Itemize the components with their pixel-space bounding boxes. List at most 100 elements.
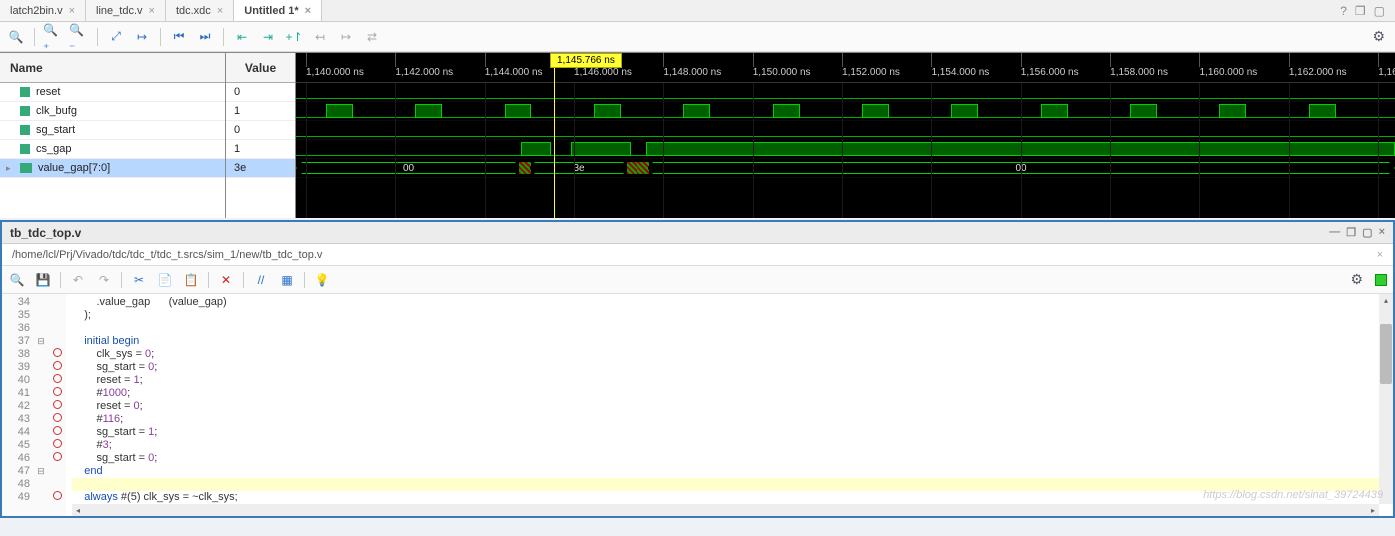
code-area[interactable]: 34353637383940414243444546474849 ⊟ ⊟ .va… bbox=[2, 294, 1393, 516]
zoom-in-icon[interactable]: 🔍₊ bbox=[43, 27, 63, 47]
close-icon[interactable]: × bbox=[149, 5, 155, 17]
signal-name: value_gap[7:0] bbox=[38, 162, 110, 174]
wave-row-csgap bbox=[296, 140, 1395, 159]
bit-icon bbox=[20, 144, 30, 154]
last-icon[interactable]: ⏭ bbox=[195, 27, 215, 47]
code-lines[interactable]: .value_gap (value_gap) ); initial begin … bbox=[66, 294, 1393, 516]
zoom-out-icon[interactable]: 🔍₋ bbox=[69, 27, 89, 47]
file-tab-active[interactable]: Untitled 1*× bbox=[234, 0, 322, 21]
prev-edge-icon[interactable]: ⇤ bbox=[232, 27, 252, 47]
search-icon[interactable]: 🔍 bbox=[6, 27, 26, 47]
add-marker-icon[interactable]: +↾ bbox=[284, 27, 304, 47]
wave-toolbar: 🔍 🔍₊ 🔍₋ ⤢ ↦ ⏮ ⏭ ⇤ ⇥ +↾ ↤ ↦ ⇄ ⚙ bbox=[0, 22, 1395, 52]
file-tab-bar: latch2bin.v × line_tdc.v × tdc.xdc × Untitl… bbox=[0, 0, 1395, 22]
value-header: Value bbox=[226, 53, 295, 83]
file-tab[interactable]: latch2bin.v × bbox=[0, 0, 86, 21]
close-icon[interactable]: × bbox=[69, 5, 75, 17]
next-marker-icon[interactable]: ↦ bbox=[336, 27, 356, 47]
signal-value-panel: Value 0 1 0 1 3e bbox=[226, 53, 296, 218]
restore-icon[interactable]: ❐ bbox=[1355, 4, 1366, 18]
file-tab-label: latch2bin.v bbox=[10, 5, 63, 17]
save-icon[interactable]: 💾 bbox=[34, 271, 52, 289]
file-tab-label: line_tdc.v bbox=[96, 5, 142, 17]
signal-name: reset bbox=[36, 86, 60, 98]
code-editor-panel: tb_tdc_top.v — ❐ ▢ × /home/lcl/Prj/Vivad… bbox=[0, 220, 1395, 518]
bit-icon bbox=[20, 106, 30, 116]
signal-name: sg_start bbox=[36, 124, 75, 136]
signal-name: clk_bufg bbox=[36, 105, 77, 117]
restore-icon[interactable]: ❐ bbox=[1346, 226, 1356, 239]
comment-icon[interactable]: // bbox=[252, 271, 270, 289]
redo-icon[interactable]: ↷ bbox=[95, 271, 113, 289]
bus-icon bbox=[20, 163, 32, 173]
wave-row-valuegap: 00 3e 00 bbox=[296, 159, 1395, 178]
wave-row-sgstart bbox=[296, 121, 1395, 140]
chevron-right-icon[interactable]: ▸ bbox=[6, 163, 14, 174]
scroll-thumb[interactable] bbox=[1380, 324, 1392, 384]
help-icon[interactable]: ? bbox=[1340, 4, 1347, 18]
time-ruler: 1,140.000 ns1,142.000 ns1,144.000 ns1,14… bbox=[296, 53, 1395, 83]
signal-row[interactable]: reset bbox=[0, 83, 225, 102]
signal-row[interactable]: sg_start bbox=[0, 121, 225, 140]
editor-path-bar: /home/lcl/Prj/Vivado/tdc/tdc_t/tdc_t.src… bbox=[2, 244, 1393, 266]
cursor-time-label[interactable]: 1,145.766 ns bbox=[550, 53, 622, 68]
scroll-left-icon[interactable]: ◂ bbox=[72, 504, 84, 517]
signal-row-selected[interactable]: ▸ value_gap[7:0] bbox=[0, 159, 225, 178]
gear-icon[interactable]: ⚙ bbox=[1350, 271, 1367, 288]
waveform-region: Name reset clk_bufg sg_start cs_gap ▸ val… bbox=[0, 52, 1395, 218]
fold-column[interactable]: ⊟ ⊟ bbox=[34, 294, 48, 516]
scroll-right-icon[interactable]: ▸ bbox=[1367, 504, 1379, 517]
name-header: Name bbox=[0, 53, 225, 83]
value-cell: 0 bbox=[226, 83, 295, 102]
value-cell: 1 bbox=[226, 102, 295, 121]
window-controls: ? ❐ ▢ bbox=[1330, 0, 1395, 21]
wave-row-clk bbox=[296, 102, 1395, 121]
waveform-canvas[interactable]: 1,145.766 ns 1,140.000 ns1,142.000 ns1,1… bbox=[296, 53, 1395, 218]
search-icon[interactable]: 🔍 bbox=[8, 271, 26, 289]
cut-icon[interactable]: ✂ bbox=[130, 271, 148, 289]
minimize-icon[interactable]: — bbox=[1329, 226, 1340, 239]
value-cell-selected: 3e bbox=[226, 159, 295, 178]
gear-icon[interactable]: ⚙ bbox=[1372, 28, 1389, 45]
next-edge-icon[interactable]: ⇥ bbox=[258, 27, 278, 47]
editor-title: tb_tdc_top.v bbox=[10, 226, 81, 240]
maximize-icon[interactable]: ▢ bbox=[1362, 226, 1372, 239]
scroll-up-icon[interactable]: ▴ bbox=[1379, 294, 1393, 306]
file-tab[interactable]: tdc.xdc × bbox=[166, 0, 234, 21]
column-select-icon[interactable]: ▦ bbox=[278, 271, 296, 289]
copy-icon[interactable]: 📄 bbox=[156, 271, 174, 289]
delete-icon[interactable]: ✕ bbox=[217, 271, 235, 289]
file-tab[interactable]: line_tdc.v × bbox=[86, 0, 166, 21]
close-icon[interactable]: × bbox=[217, 5, 223, 17]
vertical-scrollbar[interactable]: ▴ bbox=[1379, 294, 1393, 504]
signal-name-panel: Name reset clk_bufg sg_start cs_gap ▸ val… bbox=[0, 53, 226, 218]
editor-titlebar: tb_tdc_top.v — ❐ ▢ × bbox=[2, 222, 1393, 244]
signal-row[interactable]: clk_bufg bbox=[0, 102, 225, 121]
goto-cursor-icon[interactable]: ↦ bbox=[132, 27, 152, 47]
bulb-icon[interactable]: 💡 bbox=[313, 271, 331, 289]
breakpoint-column[interactable] bbox=[48, 294, 66, 516]
first-icon[interactable]: ⏮ bbox=[169, 27, 189, 47]
swap-icon[interactable]: ⇄ bbox=[362, 27, 382, 47]
editor-toolbar: 🔍 💾 ↶ ↷ ✂ 📄 📋 ✕ // ▦ 💡 ⚙ bbox=[2, 266, 1393, 294]
close-icon[interactable]: × bbox=[305, 5, 311, 17]
wave-row-reset bbox=[296, 83, 1395, 102]
signal-name: cs_gap bbox=[36, 143, 71, 155]
value-cell: 1 bbox=[226, 140, 295, 159]
bit-icon bbox=[20, 87, 30, 97]
paste-icon[interactable]: 📋 bbox=[182, 271, 200, 289]
line-number-gutter: 34353637383940414243444546474849 bbox=[2, 294, 34, 516]
close-icon[interactable]: × bbox=[1377, 249, 1383, 261]
signal-row[interactable]: cs_gap bbox=[0, 140, 225, 159]
value-cell: 0 bbox=[226, 121, 295, 140]
cursor-line[interactable] bbox=[554, 65, 555, 218]
prev-marker-icon[interactable]: ↤ bbox=[310, 27, 330, 47]
maximize-icon[interactable]: ▢ bbox=[1374, 4, 1385, 18]
file-tab-label: tdc.xdc bbox=[176, 5, 211, 17]
undo-icon[interactable]: ↶ bbox=[69, 271, 87, 289]
horizontal-scrollbar[interactable]: ◂▸ bbox=[72, 504, 1379, 516]
editor-path: /home/lcl/Prj/Vivado/tdc/tdc_t/tdc_t.src… bbox=[12, 249, 322, 261]
zoom-fit-icon[interactable]: ⤢ bbox=[106, 27, 126, 47]
close-icon[interactable]: × bbox=[1379, 226, 1385, 239]
sync-indicator[interactable] bbox=[1375, 274, 1387, 286]
